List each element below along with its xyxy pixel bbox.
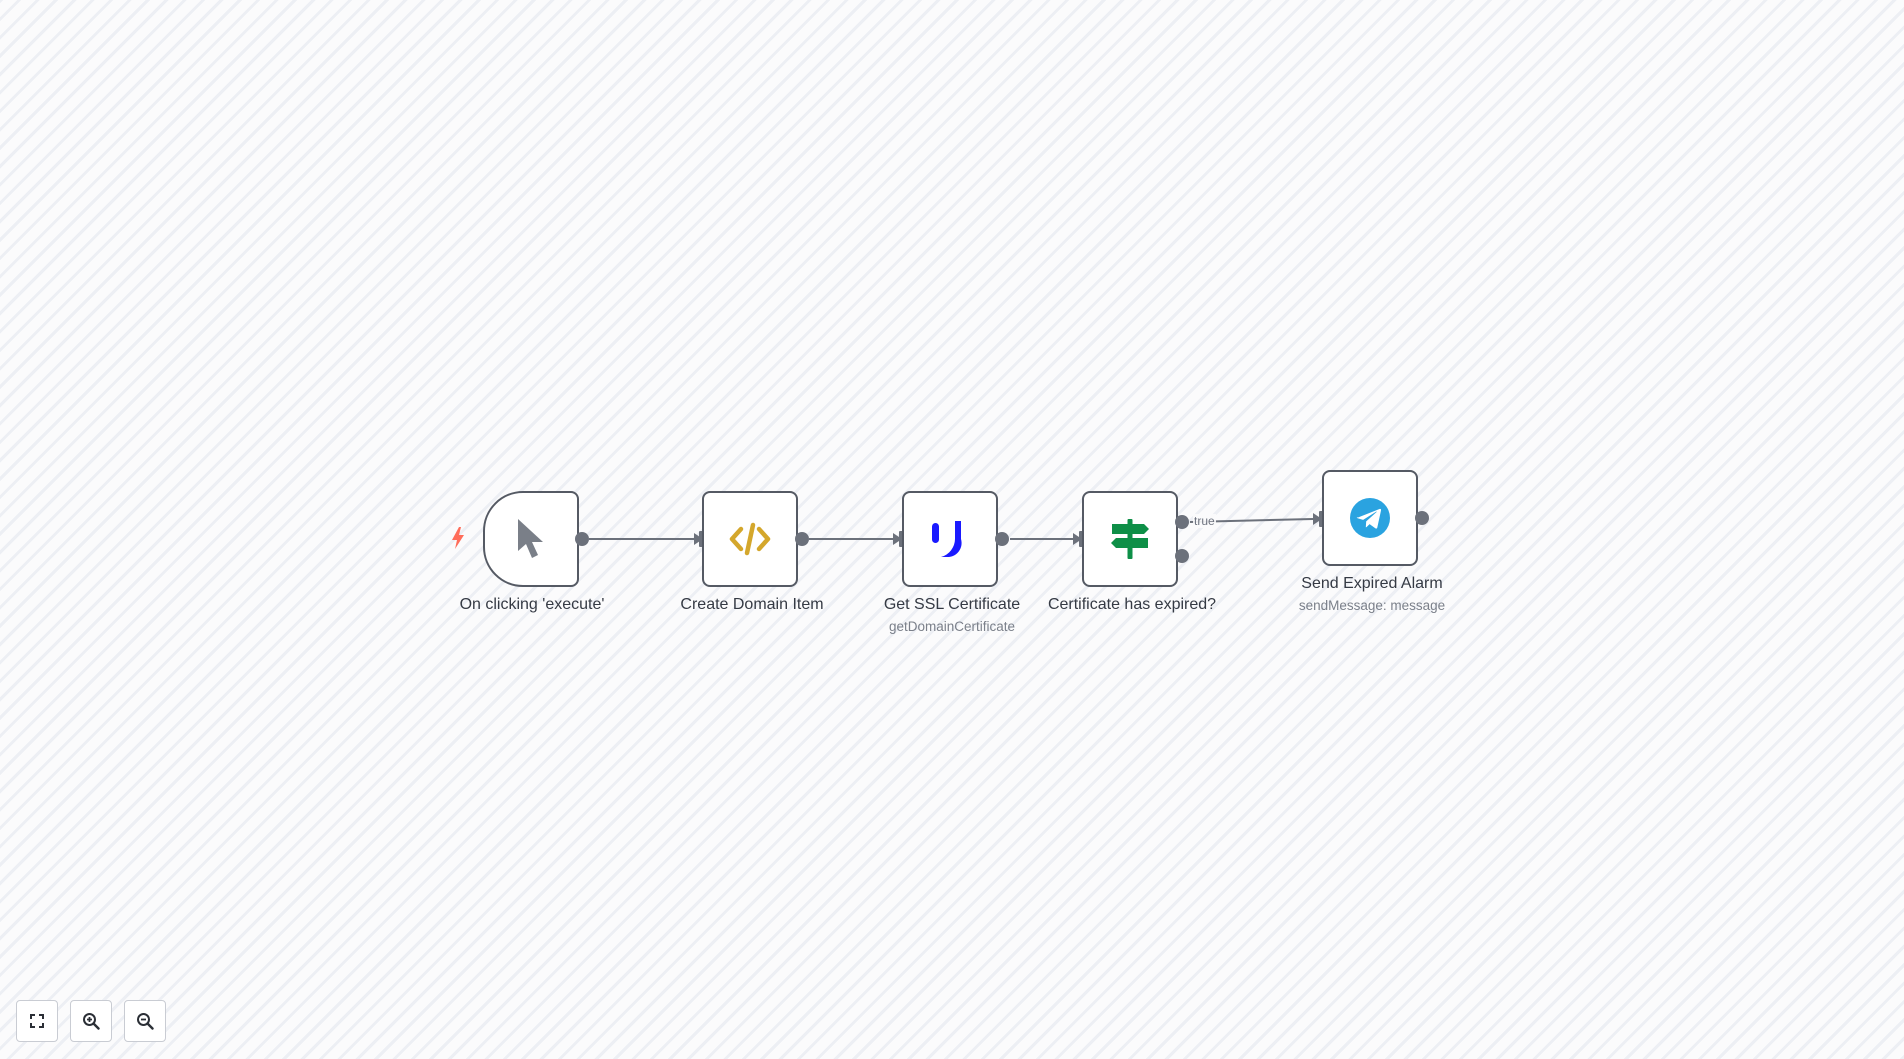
mouse-pointer-icon xyxy=(515,518,547,560)
output-handle-false[interactable] xyxy=(1175,549,1189,563)
output-handle[interactable] xyxy=(795,532,809,546)
output-handle[interactable] xyxy=(1415,511,1429,525)
output-handle[interactable] xyxy=(575,532,589,546)
output-handle-true[interactable] xyxy=(1175,515,1189,529)
signpost-icon xyxy=(1109,518,1151,560)
edge-label-true: true xyxy=(1193,514,1216,528)
workflow-canvas[interactable]: On clicking 'execute' Create Domain Item… xyxy=(0,0,1904,1059)
trigger-bolt-icon xyxy=(452,527,464,549)
node-send-expired-alarm[interactable] xyxy=(1322,470,1418,566)
node-label: Certificate has expired? xyxy=(1047,596,1217,613)
fit-view-icon xyxy=(29,1013,45,1029)
output-handle[interactable] xyxy=(995,532,1009,546)
zoom-in-button[interactable] xyxy=(70,1000,112,1042)
zoom-out-button[interactable] xyxy=(124,1000,166,1042)
node-create-domain-item[interactable] xyxy=(702,491,798,587)
node-certificate-expired-if[interactable] xyxy=(1082,491,1178,587)
code-icon xyxy=(729,522,771,556)
node-get-ssl-certificate[interactable] xyxy=(902,491,998,587)
telegram-icon xyxy=(1349,497,1391,539)
fit-view-button[interactable] xyxy=(16,1000,58,1042)
node-label: Send Expired Alarm xyxy=(1301,575,1443,592)
node-subtitle: getDomainCertificate xyxy=(888,619,1016,634)
node-subtitle: sendMessage: message xyxy=(1298,598,1446,613)
zoom-out-icon xyxy=(136,1012,154,1030)
node-manual-trigger[interactable] xyxy=(483,491,579,587)
zoom-in-icon xyxy=(82,1012,100,1030)
node-label: On clicking 'execute' xyxy=(459,596,605,613)
uptime-robot-icon xyxy=(930,519,970,559)
